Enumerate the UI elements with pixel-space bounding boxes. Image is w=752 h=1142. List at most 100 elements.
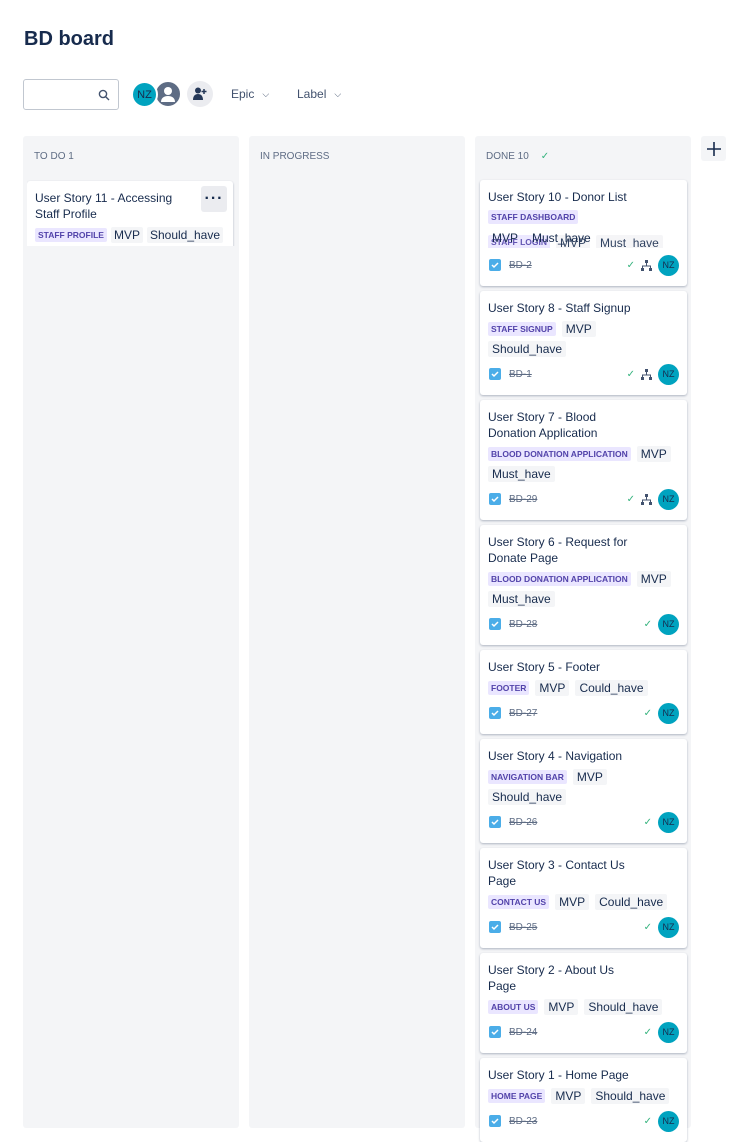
card[interactable]: User Story 3 - Contact Us Page CONTACT US… [480, 848, 687, 948]
epic-tag: FOOTER [488, 681, 530, 695]
card-title: User Story 11 - Accessing Staff Profile [35, 191, 173, 221]
epic-tag: ABOUT US [488, 1000, 539, 1014]
column-title: TO DO 1 [34, 151, 74, 162]
epic-tag: HOME PAGE [488, 1089, 546, 1103]
label-tag: MVP [572, 769, 607, 785]
check-icon: ✓ [626, 493, 635, 505]
plus-icon [706, 141, 721, 156]
issue-key[interactable]: BD-27 [509, 708, 644, 719]
user-icon [161, 87, 175, 102]
story-checkbox-icon [489, 259, 501, 271]
assignee-avatar[interactable]: NZ [658, 363, 679, 385]
story-checkbox-icon [489, 493, 501, 505]
card-title: User Story 5 - Footer [488, 660, 601, 674]
column-title: DONE 10 [486, 151, 529, 162]
assignee-avatar[interactable]: NZ [658, 613, 679, 635]
label-tag: Should_have [584, 999, 663, 1015]
label-tag: Should_have [591, 1088, 670, 1104]
label-tag: Should_have [146, 227, 224, 243]
card-title: User Story 3 - Contact Us Page [488, 858, 625, 888]
label-tag: MVP [535, 680, 570, 696]
label-tag: MVP [636, 571, 671, 587]
card-title: User Story 10 - Donor List [488, 190, 627, 204]
assignee-avatar[interactable]: NZ [658, 254, 679, 276]
epic-tag: STAFF PROFILE [35, 228, 107, 242]
story-checkbox-icon [489, 1115, 501, 1127]
story-checkbox-icon [489, 707, 501, 719]
card[interactable]: User Story 10 - Donor List STAFF DASHBOAR… [480, 180, 687, 286]
column-todo: TO DO 1 User Story 11 - Accessing Staff … [23, 136, 239, 1128]
add-column-button[interactable] [701, 136, 726, 161]
search-input[interactable] [23, 79, 119, 110]
card-title: User Story 1 - Home Page [488, 1068, 629, 1082]
label-tag: Must_have [488, 466, 555, 482]
subtasks-icon [641, 368, 652, 380]
label-tag: Must_have [488, 591, 555, 607]
story-checkbox-icon [489, 368, 501, 380]
subtasks-icon [641, 493, 652, 505]
label-tag: MVP [561, 321, 596, 337]
assignee-avatar[interactable]: NZ [658, 916, 679, 938]
epic-tag: NAVIGATION BAR [488, 770, 567, 784]
more-actions-button[interactable]: ··· [201, 186, 227, 212]
assignee-avatar[interactable]: NZ [658, 1021, 679, 1043]
label-filter-label: Label [297, 87, 327, 101]
label-tag: MVP [555, 894, 590, 910]
label-tag: Should_have [488, 789, 567, 805]
label-tag: MVP [544, 999, 579, 1015]
card[interactable]: User Story 2 - About Us Page ABOUT US MVP S… [480, 953, 687, 1053]
label-filter[interactable]: Label ⌵ [297, 87, 341, 101]
issue-key[interactable]: BD-28 [509, 619, 644, 630]
card[interactable]: User Story 4 - Navigation NAVIGATION BAR M… [480, 739, 687, 843]
assignee-avatar[interactable]: NZ [658, 1110, 679, 1132]
check-icon: ✓ [643, 921, 652, 933]
label-tag: Could_have [595, 894, 668, 910]
issue-key[interactable]: BD-24 [509, 1027, 644, 1038]
epic-tag: CONTACT US [488, 895, 550, 909]
card[interactable]: User Story 7 - Blood Donation Applicatio… [480, 400, 687, 520]
epic-tag: BLOOD DONATION APPLICATION [488, 572, 631, 586]
card[interactable]: User Story 11 - Accessing Staff Profile … [27, 181, 233, 246]
epic-tag: STAFF SIGNUP [488, 322, 556, 336]
card-title: User Story 8 - Staff Signup [488, 301, 631, 315]
card-title: User Story 6 - Request for Donate Page [488, 535, 628, 565]
issue-key[interactable]: BD-29 [509, 494, 627, 505]
search-icon [98, 89, 110, 101]
add-people-button[interactable] [187, 81, 213, 107]
label-tag: MVP [492, 231, 519, 245]
story-checkbox-icon [489, 618, 501, 630]
page-title: BD board [24, 28, 114, 50]
issue-key[interactable]: BD-2 [509, 260, 627, 271]
avatar-unassigned[interactable] [154, 80, 182, 108]
assignee-avatar[interactable]: NZ [658, 702, 679, 724]
column-in-progress: IN PROGRESS [249, 136, 465, 1128]
story-checkbox-icon [489, 816, 501, 828]
assignee-avatar[interactable]: NZ [658, 488, 679, 510]
issue-key[interactable]: BD-25 [509, 922, 644, 933]
card[interactable]: User Story 1 - Home Page HOME PAGE MVP Shou… [480, 1058, 687, 1142]
label-tag: Could_have [575, 680, 648, 696]
card[interactable]: User Story 5 - Footer FOOTER MVP Could_have… [480, 650, 687, 734]
check-icon: ✓ [643, 618, 652, 630]
label-tag: MVP [110, 227, 143, 243]
check-icon: ✓ [643, 1026, 652, 1038]
avatar-nz[interactable]: NZ [131, 81, 158, 108]
card[interactable]: User Story 6 - Request for Donate Page BL… [480, 525, 687, 645]
check-icon: ✓ [643, 1115, 652, 1127]
issue-key[interactable]: BD-1 [509, 369, 627, 380]
subtasks-icon [641, 259, 652, 271]
assignee-avatar[interactable]: NZ [658, 811, 679, 833]
story-checkbox-icon [489, 921, 501, 933]
check-icon: ✓ [626, 259, 635, 271]
check-icon: ✓ [643, 707, 652, 719]
label-tag: MVP [551, 1088, 586, 1104]
issue-key[interactable]: BD-23 [509, 1116, 644, 1127]
card-title: User Story 2 - About Us Page [488, 963, 615, 993]
issue-key[interactable]: BD-26 [509, 817, 644, 828]
check-icon: ✓ [626, 368, 635, 380]
label-tag: MVP [636, 446, 671, 462]
story-checkbox-icon [489, 1026, 501, 1038]
card[interactable]: User Story 8 - Staff Signup STAFF SIGNUP M… [480, 291, 687, 395]
add-user-icon [193, 87, 207, 100]
epic-filter[interactable]: Epic ⌵ [231, 87, 269, 101]
